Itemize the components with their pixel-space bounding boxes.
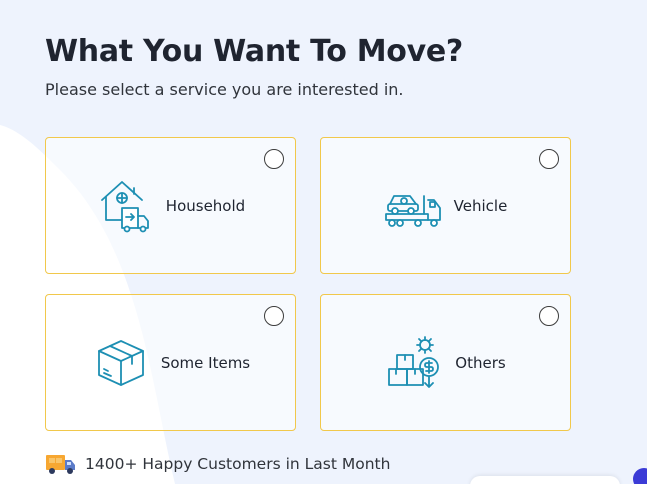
box-icon	[97, 339, 144, 386]
service-label-others: Others	[455, 353, 506, 372]
car-on-tow-truck-icon	[384, 194, 441, 227]
happy-customers-text: 1400+ Happy Customers in Last Month	[85, 455, 391, 473]
service-card-others[interactable]: Others	[320, 294, 571, 431]
boxes-with-coin-gear-icon	[388, 335, 440, 388]
chat-widget-button[interactable]	[633, 468, 647, 484]
page-subtitle: Please select a service you are interest…	[45, 80, 404, 99]
service-label-household: Household	[165, 196, 246, 215]
move-selection-panel: What You Want To Move? Please select a s…	[0, 0, 647, 484]
service-label-vehicle: Vehicle	[453, 196, 508, 215]
happy-customers-note: 1400+ Happy Customers in Last Month	[45, 452, 390, 476]
service-card-vehicle[interactable]: Vehicle	[320, 137, 571, 274]
page-title: What You Want To Move?	[45, 34, 463, 69]
service-label-some-items: Some Items	[160, 353, 251, 372]
bottom-card-edge	[470, 476, 620, 484]
service-card-household[interactable]: Household	[45, 137, 296, 274]
delivery-truck-icon	[46, 455, 75, 474]
service-card-some-items[interactable]: Some Items	[45, 294, 296, 431]
house-with-truck-icon	[100, 180, 149, 232]
